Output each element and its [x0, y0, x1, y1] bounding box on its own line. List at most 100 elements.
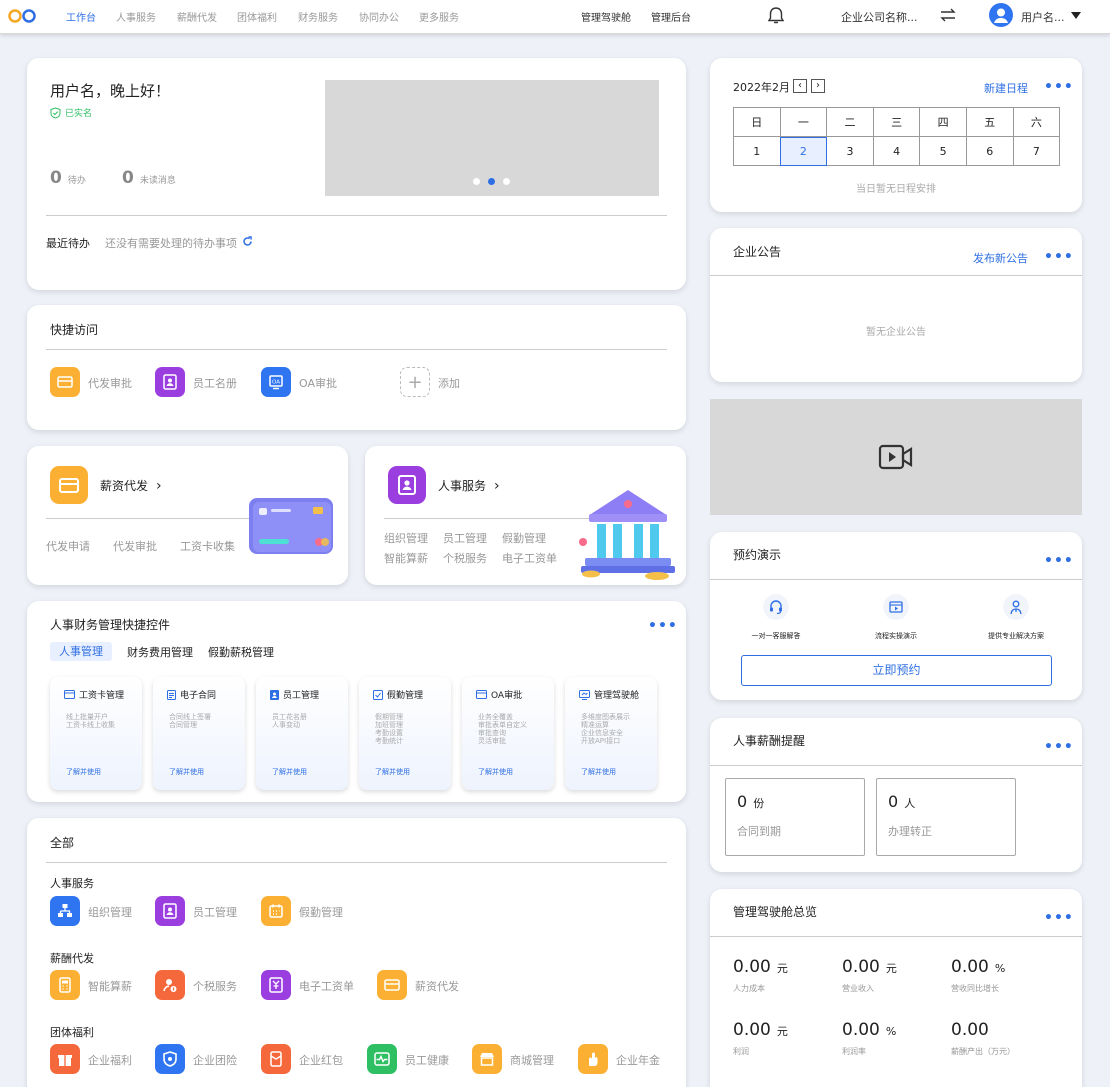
learn-more-link[interactable]: 了解并使用	[478, 767, 513, 777]
payroll-promo-title[interactable]: 薪资代发 ›	[100, 477, 162, 494]
card-icon[interactable]	[377, 970, 407, 1000]
calendar-day-selected[interactable]: 2	[779, 136, 828, 166]
hr-icon[interactable]	[388, 466, 426, 504]
pending-stat[interactable]: 0 待办	[50, 168, 86, 188]
more-icon[interactable]: •••	[1044, 249, 1074, 265]
calendar-day[interactable]: 5	[919, 136, 967, 166]
more-icon[interactable]: •••	[648, 618, 678, 634]
service-label[interactable]: 企业年金	[616, 1052, 660, 1068]
add-label[interactable]: 添加	[438, 375, 460, 391]
unread-stat[interactable]: 0 未读消息	[122, 168, 176, 188]
annuity-icon[interactable]	[578, 1044, 608, 1074]
widget-card[interactable]: 电子合同 合同线上签署 合同管理 了解并使用	[153, 677, 245, 790]
nav-tab-payroll[interactable]: 薪酬代发	[177, 9, 217, 24]
carousel-dot[interactable]	[503, 178, 510, 185]
service-label[interactable]: 假勤管理	[299, 904, 343, 920]
hr-promo-title[interactable]: 人事服务 ›	[438, 477, 500, 494]
hr-link[interactable]: 组织管理	[384, 530, 428, 546]
learn-more-link[interactable]: 了解并使用	[66, 767, 101, 777]
calendar-day[interactable]: 1	[733, 136, 781, 166]
payroll-link[interactable]: 代发审批	[113, 538, 157, 554]
nav-tab-more[interactable]: 更多服务	[419, 9, 459, 24]
hr-link[interactable]: 智能算薪	[384, 550, 428, 566]
nav-tab-workbench[interactable]: 工作台	[66, 9, 96, 24]
service-label[interactable]: 组织管理	[88, 904, 132, 920]
service-label[interactable]: 员工管理	[193, 904, 237, 920]
tax-icon[interactable]	[155, 970, 185, 1000]
widget-card[interactable]: 员工管理 员工花名册 人事变动 了解并使用	[256, 677, 348, 790]
publish-notice-link[interactable]: 发布新公告	[973, 250, 1028, 266]
nav-admin[interactable]: 管理后台	[651, 9, 691, 24]
more-icon[interactable]: •••	[1044, 553, 1074, 569]
oa-approval-icon[interactable]: OA	[261, 367, 291, 397]
payroll-link[interactable]: 工资卡收集	[180, 538, 235, 554]
payroll-approval-icon[interactable]	[50, 367, 80, 397]
roster-icon[interactable]	[155, 367, 185, 397]
book-demo-button[interactable]: 立即预约	[741, 655, 1052, 686]
user-name[interactable]: 用户名...	[1021, 9, 1065, 25]
more-icon[interactable]: •••	[1044, 739, 1074, 755]
learn-more-link[interactable]: 了解并使用	[169, 767, 204, 777]
bell-icon[interactable]	[767, 6, 785, 26]
widget-card[interactable]: 假勤管理 假期管理 加班管理 考勤设置 考勤统计 了解并使用	[359, 677, 451, 790]
org-chart-icon[interactable]	[50, 896, 80, 926]
next-month-icon[interactable]: ›	[811, 79, 825, 93]
widget-card[interactable]: OA审批 业务全覆盖 审批表单自定义 审批查询 灵活审批 了解并使用	[462, 677, 554, 790]
video-icon[interactable]	[878, 442, 914, 472]
service-label[interactable]: 企业福利	[88, 1052, 132, 1068]
avatar[interactable]	[989, 3, 1013, 27]
prev-month-icon[interactable]: ‹	[793, 79, 807, 93]
employee-icon[interactable]	[155, 896, 185, 926]
more-icon[interactable]: •••	[1044, 910, 1074, 926]
calendar-day[interactable]: 3	[826, 136, 874, 166]
learn-more-link[interactable]: 了解并使用	[272, 767, 307, 777]
nav-tab-welfare[interactable]: 团体福利	[237, 9, 277, 24]
service-label[interactable]: 商城管理	[510, 1052, 554, 1068]
payroll-icon[interactable]	[50, 466, 88, 504]
calendar-day[interactable]: 7	[1012, 136, 1061, 166]
hr-link[interactable]: 员工管理	[443, 530, 487, 546]
quick-item-label[interactable]: 员工名册	[193, 375, 237, 391]
headset-icon[interactable]	[763, 594, 789, 620]
quick-item-label[interactable]: 代发审批	[88, 375, 132, 391]
red-envelope-icon[interactable]	[261, 1044, 291, 1074]
company-name[interactable]: 企业公司名称...	[841, 9, 918, 25]
contract-expiry-box[interactable]: 0份 合同到期	[725, 778, 865, 856]
service-label[interactable]: 薪资代发	[415, 978, 459, 994]
nav-tab-office[interactable]: 协同办公	[359, 9, 399, 24]
refresh-icon[interactable]	[242, 236, 253, 247]
more-icon[interactable]: •••	[1044, 79, 1074, 95]
learn-more-link[interactable]: 了解并使用	[581, 767, 616, 777]
probation-box[interactable]: 0人 办理转正	[876, 778, 1016, 856]
payroll-link[interactable]: 代发申请	[46, 538, 90, 554]
hr-link[interactable]: 假勤管理	[502, 530, 546, 546]
play-screen-icon[interactable]	[883, 594, 909, 620]
shield-icon[interactable]	[155, 1044, 185, 1074]
calculator-icon[interactable]	[50, 970, 80, 1000]
calendar-day[interactable]: 6	[965, 136, 1014, 166]
banner-carousel[interactable]	[325, 80, 659, 196]
service-label[interactable]: 企业团险	[193, 1052, 237, 1068]
nav-tab-finance[interactable]: 财务服务	[298, 9, 338, 24]
logo-icon[interactable]	[7, 8, 39, 24]
learn-more-link[interactable]: 了解并使用	[375, 767, 410, 777]
hr-link[interactable]: 电子工资单	[502, 550, 557, 566]
attendance-icon[interactable]	[261, 896, 291, 926]
hr-link[interactable]: 个税服务	[443, 550, 487, 566]
shop-icon[interactable]	[472, 1044, 502, 1074]
widget-card[interactable]: 工资卡管理 线上批量开户 工资卡线上收集 了解并使用	[50, 677, 142, 790]
tab-finance-management[interactable]: 财务费用管理	[127, 644, 193, 660]
calendar-day[interactable]: 4	[872, 136, 921, 166]
service-label[interactable]: 企业红包	[299, 1052, 343, 1068]
health-icon[interactable]	[367, 1044, 397, 1074]
widget-card[interactable]: 管理驾驶舱 多维度图表展示 精准运算 企业信息安全 开放API接口 了解并使用	[565, 677, 657, 790]
payslip-icon[interactable]	[261, 970, 291, 1000]
service-label[interactable]: 电子工资单	[299, 978, 354, 994]
video-player[interactable]	[710, 399, 1082, 515]
carousel-dot-active[interactable]	[488, 178, 495, 185]
tab-attendance-payroll-tax[interactable]: 假勤薪税管理	[208, 644, 274, 660]
gift-icon[interactable]	[50, 1044, 80, 1074]
service-label[interactable]: 个税服务	[193, 978, 237, 994]
switch-icon[interactable]	[939, 8, 957, 22]
nav-cockpit[interactable]: 管理驾驶舱	[581, 9, 631, 24]
